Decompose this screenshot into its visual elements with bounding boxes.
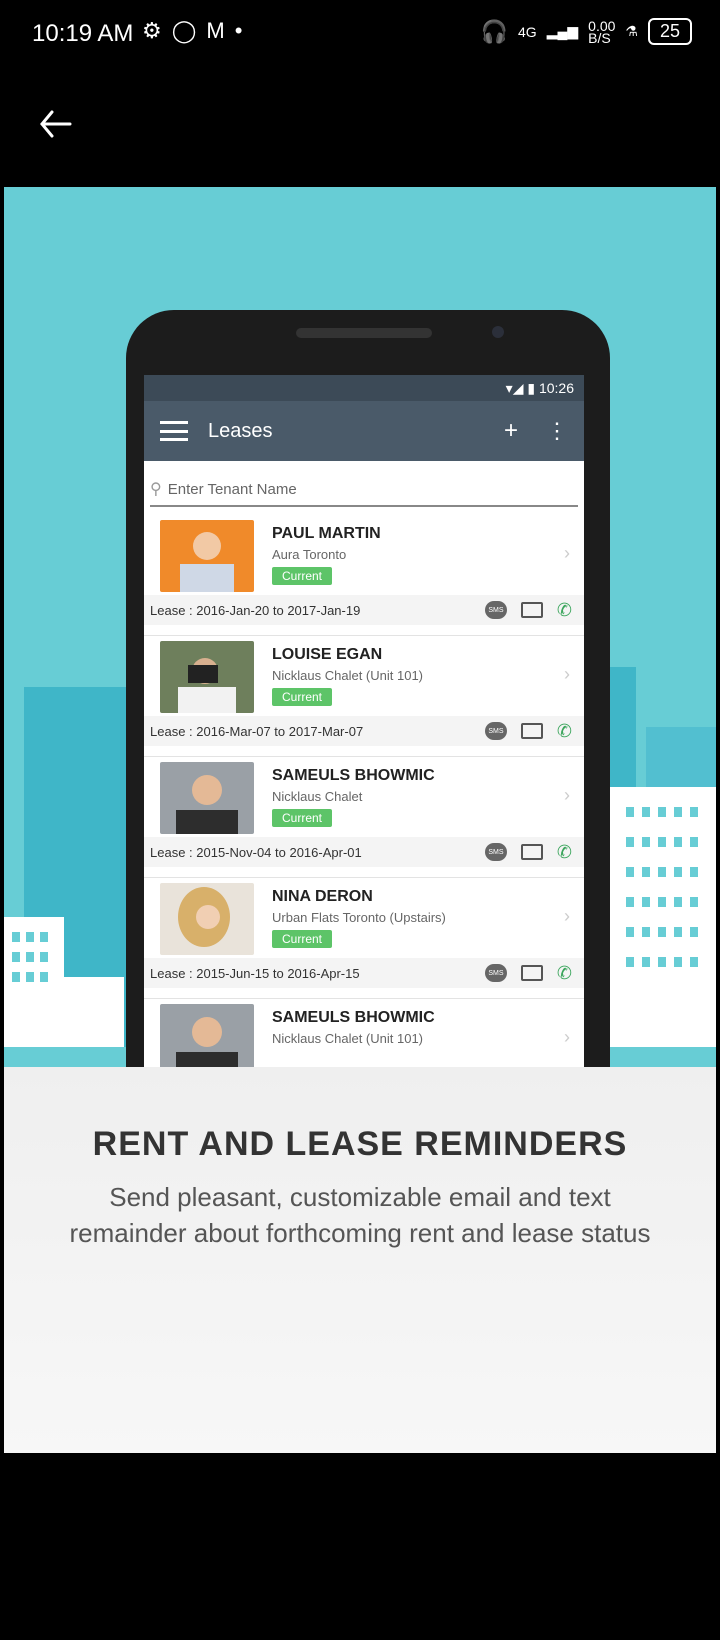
whatsapp-icon: ◯ [171,18,197,43]
chevron-right-icon: › [564,906,570,926]
tenant-property: Nicklaus Chalet (Unit 101) [272,668,424,683]
tenant-card: PAUL MARTIN Aura Toronto Current › Lease… [144,515,584,636]
phone-icon: ✆ [556,720,572,741]
flask-icon: ⚗ [625,23,638,39]
feature-title: RENT AND LEASE REMINDERS [92,1125,628,1163]
status-badge: Current [272,930,333,948]
appbar-title: Leases [208,419,273,442]
tenant-card: NINA DERON Urban Flats Toronto (Upstairs… [144,878,584,999]
status-bar: 10:19 AM ⚙ ◯ M • 🎧 4G ▂▄▆ 0.00 B/S ⚗ 25 [0,0,720,72]
phone-mockup: ▾◢ ▮ 10:26 Leases + ⋮ ⚲ Enter Tenant Nam… [126,310,610,1067]
status-badge: Current [272,688,333,706]
city-left [4,687,144,1047]
lease-dates: Lease : 2015-Jun-15 to 2016-Apr-15 [150,965,360,981]
chevron-right-icon: › [564,1027,570,1047]
tenant-name: LOUISE EGAN [272,646,383,663]
feature-description-line1: Send pleasant, customizable email and te… [109,1182,611,1212]
more-vert-icon: ⋮ [546,418,568,443]
phone-icon: ✆ [556,599,572,620]
tenant-property: Nicklaus Chalet [272,789,363,804]
tenant-name: SAMEULS BHOWMIC [272,1009,435,1026]
tenant-photo [160,883,254,955]
tenant-name: PAUL MARTIN [272,525,381,542]
signal-icon: ▂▄▆ [546,23,579,39]
phone-screen: ▾◢ ▮ 10:26 Leases + ⋮ ⚲ Enter Tenant Nam… [144,375,584,1067]
status-badge: Current [272,809,333,827]
tenant-name: SAMEULS BHOWMIC [272,767,435,784]
tenant-photo [160,520,254,592]
email-icon [520,965,543,981]
tenant-card: SAMEULS BHOWMIC Nicklaus Chalet Current … [144,757,584,878]
phone-appbar: Leases + ⋮ [144,401,584,461]
battery-indicator: 25 [647,18,692,45]
lease-row: Lease : 2016-Jan-20 to 2017-Jan-19 SMS ✆ [144,595,584,625]
back-arrow-icon[interactable] [36,104,76,144]
feature-description: Send pleasant, customizable email and te… [4,1179,716,1251]
status-left-icons: ⚙ ◯ M • [142,18,242,44]
status-time: 10:19 AM [32,20,134,47]
tenant-property: Nicklaus Chalet (Unit 101) [272,1031,424,1046]
feature-caption: RENT AND LEASE REMINDERS Send pleasant, … [4,1067,716,1453]
email-icon [520,723,543,739]
phone-status-bar: ▾◢ ▮ 10:26 [144,375,584,401]
phone-camera [492,326,504,338]
lease-row: Lease : 2015-Jun-15 to 2016-Apr-15 SMS ✆ [144,958,584,988]
lease-row: Lease : 2015-Nov-04 to 2016-Apr-01 SMS ✆ [144,837,584,867]
lease-row: Lease : 2016-Mar-07 to 2017-Mar-07 SMS ✆ [144,716,584,746]
tenant-property: Aura Toronto [272,547,347,562]
tenant-photo [160,762,254,834]
tenant-card: LOUISE EGAN Nicklaus Chalet (Unit 101) C… [144,636,584,757]
status-badge: Current [272,567,333,585]
sms-icon: SMS [484,843,507,861]
email-icon [520,602,543,618]
tenant-search: ⚲ Enter Tenant Name [150,473,578,507]
feature-description-line2: remainder about forthcoming rent and lea… [69,1218,651,1248]
search-icon: ⚲ [150,481,162,498]
plus-icon: + [503,417,518,444]
tenant-name: NINA DERON [272,888,373,905]
email-icon [520,844,543,860]
sms-icon: SMS [484,722,507,740]
chevron-right-icon: › [564,543,570,563]
gmail-icon: M [206,18,225,43]
lease-dates: Lease : 2016-Mar-07 to 2017-Mar-07 [150,723,364,739]
lease-dates: Lease : 2015-Nov-04 to 2016-Apr-01 [150,844,362,860]
hamburger-icon [160,421,188,441]
phone-icon: ✆ [556,841,572,862]
tenant-photo [160,641,254,713]
settings-icon: ⚙ [142,18,162,43]
chevron-right-icon: › [564,785,570,805]
phone-speaker [296,328,432,338]
network-label: 4G [518,23,537,40]
sms-icon: SMS [484,601,507,619]
status-right: 🎧 4G ▂▄▆ 0.00 B/S ⚗ 25 [481,18,692,45]
dot-icon: • [234,18,243,43]
phone-time: 10:26 [538,380,574,396]
headphones-icon: 🎧 [480,18,509,44]
tenant-photo [160,1004,254,1067]
speed-label: 0.00 B/S [588,17,616,46]
sms-icon: SMS [484,964,507,982]
chevron-right-icon: › [564,664,570,684]
tenant-card: SAMEULS BHOWMIC Nicklaus Chalet (Unit 10… [144,999,584,1067]
lease-dates: Lease : 2016-Jan-20 to 2017-Jan-19 [150,602,361,618]
phone-icon: ✆ [556,962,572,983]
search-placeholder: Enter Tenant Name [167,480,297,498]
feature-banner: ▾◢ ▮ 10:26 Leases + ⋮ ⚲ Enter Tenant Nam… [4,187,716,1067]
tenant-property: Urban Flats Toronto (Upstairs) [272,910,446,925]
wifi-icon: ▾◢ ▮ [505,380,539,396]
